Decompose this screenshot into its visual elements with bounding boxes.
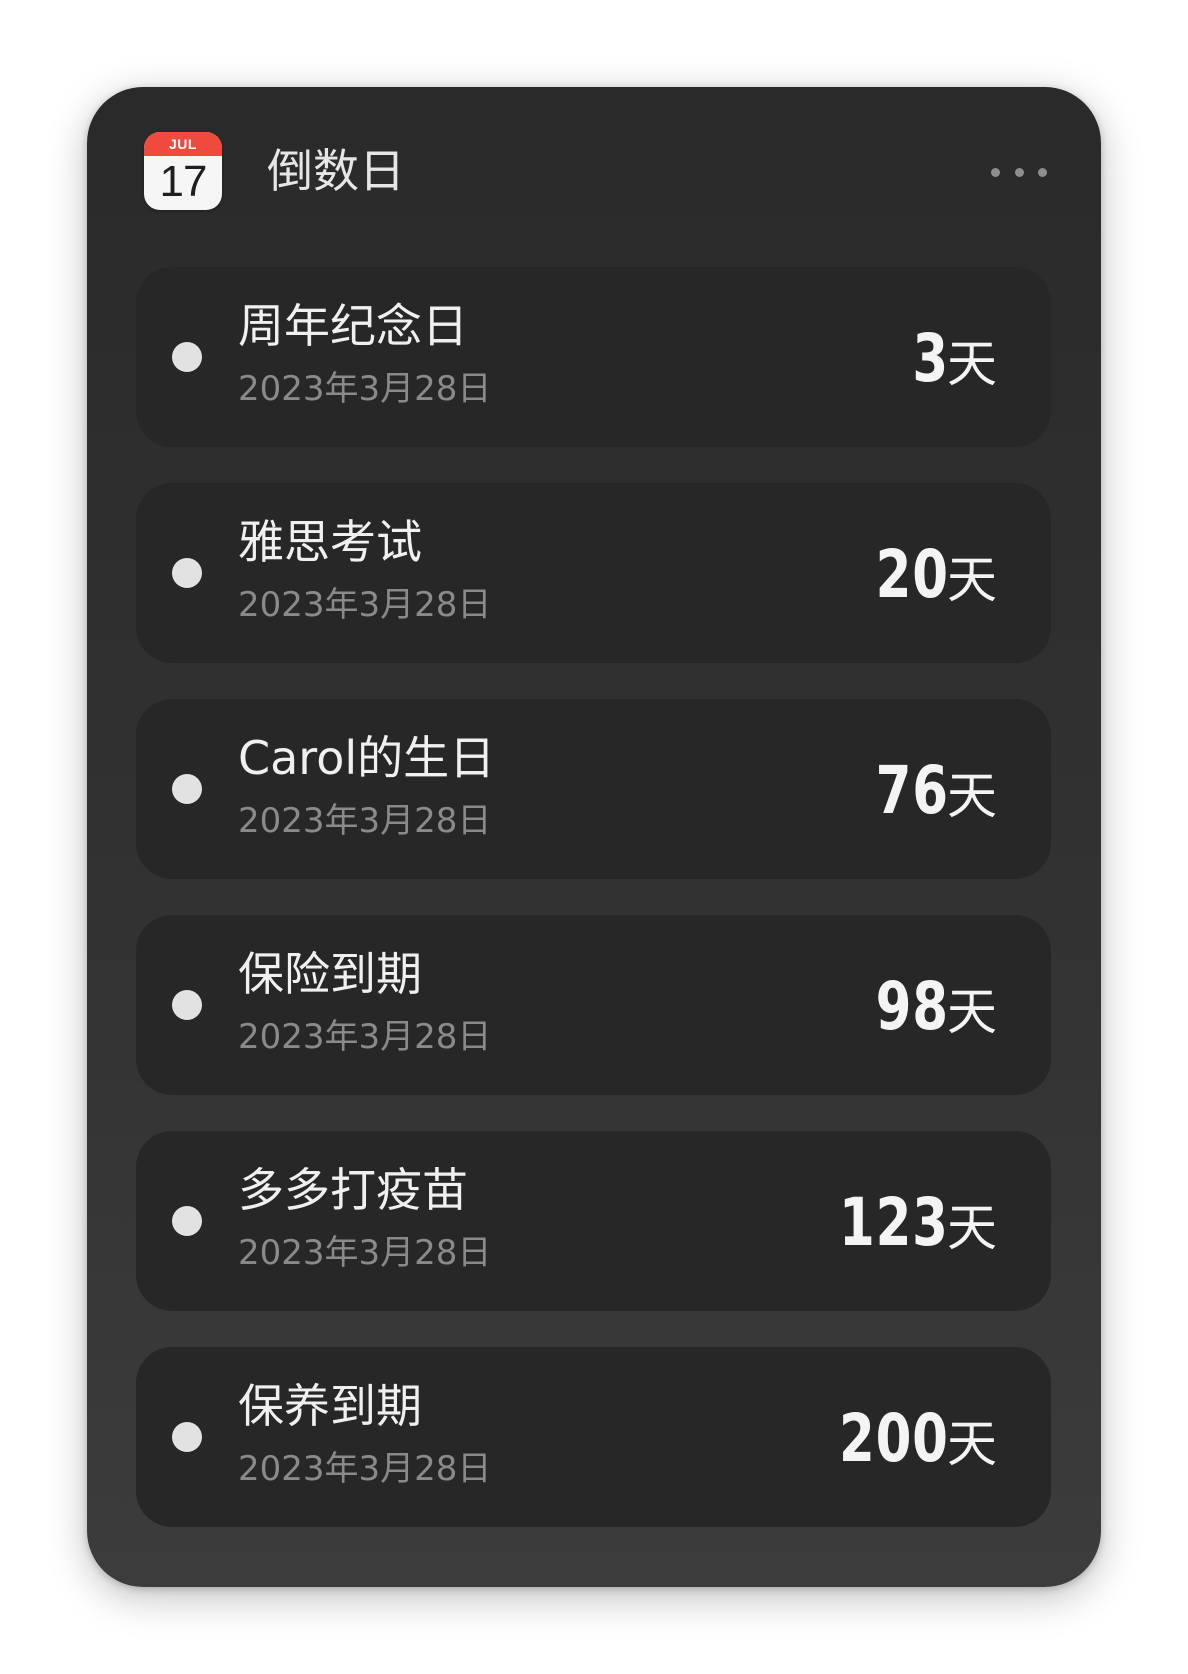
days-count: 20 天 bbox=[855, 535, 997, 615]
event-list: 周年纪念日 2023年3月28日 3 天 雅思考试 2023年3月28日 20 … bbox=[136, 267, 1051, 1563]
bullet-dot-icon bbox=[172, 774, 202, 804]
event-name: 多多打疫苗 bbox=[238, 1163, 468, 1217]
event-name: 保险到期 bbox=[238, 947, 422, 1001]
days-count-unit: 天 bbox=[947, 983, 997, 1041]
days-count: 200 天 bbox=[808, 1399, 997, 1479]
countdown-widget: JUL 17 倒数日 周年纪念日 2023年3月28日 3 天 雅思考试 202… bbox=[87, 87, 1101, 1587]
days-count: 123 天 bbox=[808, 1183, 997, 1263]
event-card[interactable]: 周年纪念日 2023年3月28日 3 天 bbox=[136, 267, 1051, 447]
event-card[interactable]: 多多打疫苗 2023年3月28日 123 天 bbox=[136, 1131, 1051, 1311]
more-dot-icon bbox=[1038, 167, 1047, 177]
bullet-dot-icon bbox=[172, 342, 202, 372]
bullet-dot-icon bbox=[172, 1206, 202, 1236]
widget-header: JUL 17 倒数日 bbox=[87, 87, 1101, 257]
event-date: 2023年3月28日 bbox=[238, 1017, 492, 1057]
event-card[interactable]: Carol的生日 2023年3月28日 76 天 bbox=[136, 699, 1051, 879]
widget-title: 倒数日 bbox=[267, 144, 405, 198]
bullet-dot-icon bbox=[172, 990, 202, 1020]
event-card[interactable]: 雅思考试 2023年3月28日 20 天 bbox=[136, 483, 1051, 663]
event-card[interactable]: 保险到期 2023年3月28日 98 天 bbox=[136, 915, 1051, 1095]
event-date: 2023年3月28日 bbox=[238, 369, 492, 409]
days-count-unit: 天 bbox=[947, 767, 997, 825]
calendar-icon[interactable]: JUL 17 bbox=[144, 132, 222, 210]
days-count: 76 天 bbox=[855, 751, 997, 831]
event-name: 雅思考试 bbox=[238, 515, 422, 569]
calendar-icon-month: JUL bbox=[144, 132, 222, 156]
event-name: 周年纪念日 bbox=[238, 299, 468, 353]
more-options-button[interactable] bbox=[991, 157, 1047, 187]
days-count: 3 天 bbox=[902, 319, 997, 399]
event-date: 2023年3月28日 bbox=[238, 801, 492, 841]
days-count-unit: 天 bbox=[947, 551, 997, 609]
days-count-unit: 天 bbox=[947, 335, 997, 393]
days-count-number: 3 bbox=[912, 320, 949, 397]
bullet-dot-icon bbox=[172, 1422, 202, 1452]
days-count-number: 20 bbox=[875, 536, 949, 613]
event-date: 2023年3月28日 bbox=[238, 1449, 492, 1489]
days-count-number: 76 bbox=[875, 752, 949, 829]
more-dot-icon bbox=[991, 167, 1000, 177]
more-dot-icon bbox=[1014, 167, 1024, 177]
event-card[interactable]: 保养到期 2023年3月28日 200 天 bbox=[136, 1347, 1051, 1527]
event-date: 2023年3月28日 bbox=[238, 1233, 492, 1273]
calendar-icon-day: 17 bbox=[159, 157, 208, 206]
days-count-number: 123 bbox=[839, 1184, 949, 1261]
days-count-number: 200 bbox=[839, 1400, 949, 1477]
event-date: 2023年3月28日 bbox=[238, 585, 492, 625]
days-count: 98 天 bbox=[855, 967, 997, 1047]
event-name: 保养到期 bbox=[238, 1379, 422, 1433]
bullet-dot-icon bbox=[172, 558, 202, 588]
days-count-unit: 天 bbox=[947, 1415, 997, 1473]
days-count-number: 98 bbox=[875, 968, 949, 1045]
days-count-unit: 天 bbox=[947, 1199, 997, 1257]
event-name: Carol的生日 bbox=[238, 731, 496, 785]
